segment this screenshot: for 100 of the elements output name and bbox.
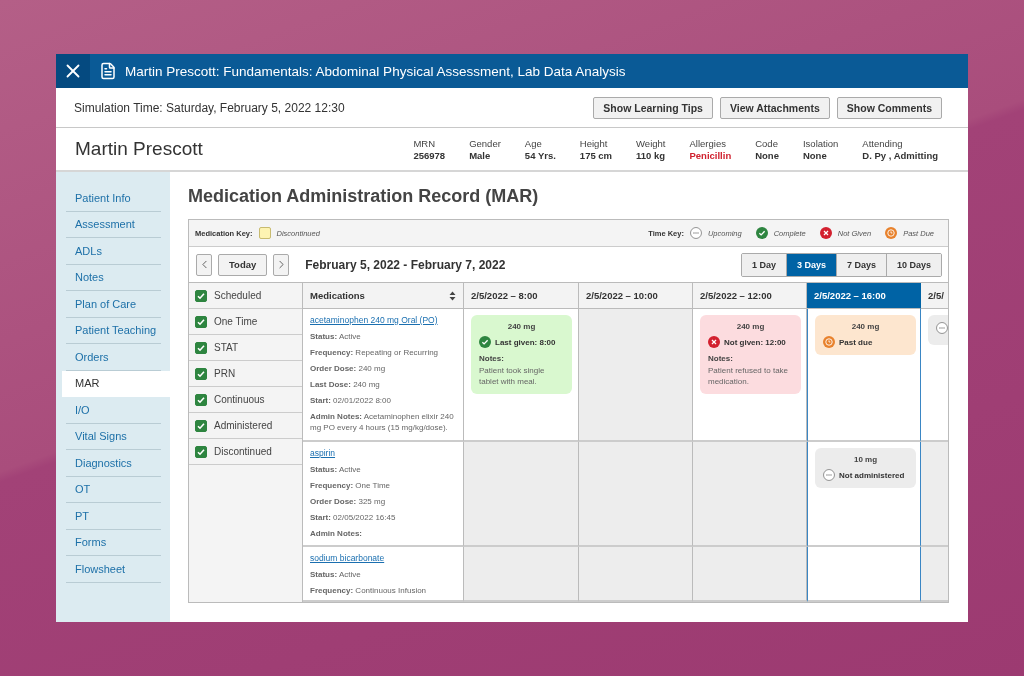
- field-value: D. Py , Admitting: [862, 149, 938, 161]
- filter-checkbox[interactable]: [195, 367, 207, 380]
- medication-detail: Status: Active: [310, 464, 362, 475]
- medication-detail: Last Dose: 240 mg: [310, 379, 381, 390]
- dose-status: Last given: 8:00: [495, 337, 556, 347]
- sidebar-item[interactable]: Flowsheet: [66, 556, 161, 583]
- close-button[interactable]: [56, 54, 90, 88]
- window-title: Martin Prescott: Fundamentals: Abdominal Physical Assessment, Lab Data Analysis: [125, 63, 626, 79]
- dose-card[interactable]: 240 mg Last given: 8:00 Notes: Patient took single tablet with meal.: [471, 315, 572, 394]
- sidebar-item[interactable]: Assessment: [66, 211, 161, 238]
- view-tab[interactable]: 7 Days: [835, 253, 886, 276]
- sort-icon: [449, 290, 456, 301]
- sidebar-item[interactable]: OT: [66, 476, 161, 503]
- medication-detail: Admin Notes: Acetaminophen elixir 240 mg PO every 4 hours (15 mg/kg/dose).: [310, 411, 455, 433]
- filter-label: Scheduled: [214, 290, 262, 301]
- medication-detail: Order Dose: 240 mg: [310, 363, 387, 374]
- column-header[interactable]: 2/5/: [921, 283, 948, 309]
- date-range: February 5, 2022 - February 7, 2022: [305, 257, 506, 272]
- field-value: 110 kg: [636, 149, 666, 161]
- header-button[interactable]: View Attachments: [719, 96, 830, 119]
- medication-detail: Start: 02/05/2022 16:45: [310, 512, 397, 523]
- field-label: Height: [579, 137, 609, 149]
- field-value: 54 Yrs.: [524, 149, 556, 161]
- today-button[interactable]: Today: [218, 253, 268, 276]
- medication-detail: Order Dose: 325 mg: [310, 496, 387, 507]
- column-header[interactable]: 2/5/2022 – 16:00: [807, 283, 921, 309]
- document-icon: [99, 62, 117, 80]
- filter-checkbox[interactable]: [195, 393, 207, 406]
- dose-amount: 240 mg: [850, 322, 881, 331]
- filter-label: PRN: [214, 368, 236, 379]
- sidebar-item[interactable]: Diagnostics: [66, 450, 161, 477]
- view-tab[interactable]: 3 Days: [785, 253, 836, 276]
- medication-detail: Start: 02/01/2022 8:00: [310, 395, 392, 406]
- dose-card[interactable]: 240 mg Not given: 12:00 Notes: Patient refused to take medication.: [700, 315, 801, 394]
- medication-detail: Status: Active: [310, 569, 362, 580]
- filter-checkbox[interactable]: [195, 419, 207, 432]
- filter-checkbox[interactable]: [195, 315, 207, 328]
- column-header[interactable]: Medications: [303, 283, 464, 309]
- column-header[interactable]: 2/5/2022 – 10:00: [579, 283, 693, 309]
- view-tab[interactable]: 10 Days: [885, 253, 941, 276]
- sidebar-item[interactable]: ADLs: [66, 238, 161, 265]
- sidebar-item[interactable]: Patient Teaching: [66, 317, 161, 344]
- medication-link[interactable]: aspirin: [310, 448, 456, 458]
- sidebar-item[interactable]: Forms: [66, 529, 161, 556]
- x-circle-icon: [819, 227, 832, 239]
- filter-checkbox[interactable]: [195, 289, 207, 302]
- field-value: None: [755, 149, 779, 161]
- field-value: 175 cm: [579, 149, 613, 161]
- sidebar-item[interactable]: MAR: [62, 370, 170, 397]
- notes-text: Patient took single tablet with meal.: [479, 365, 546, 387]
- ellipsis-circle-icon: [689, 227, 702, 239]
- field-label: Isolation: [802, 137, 839, 149]
- dose-status: Past due: [839, 337, 873, 347]
- field-label: Age: [524, 137, 543, 149]
- sidebar-item[interactable]: Orders: [66, 344, 161, 371]
- field-label: Attending: [862, 137, 904, 149]
- header-button[interactable]: Show Learning Tips: [593, 96, 713, 119]
- field-value: 256978: [413, 149, 446, 161]
- ellipsis-circle-icon: [823, 469, 835, 481]
- dose-amount: 240 mg: [506, 322, 537, 331]
- dose-card[interactable]: 10 mg Not administered: [815, 448, 916, 488]
- medication-detail: Frequency: Continuous Infusion: [310, 585, 428, 596]
- sidebar-item[interactable]: PT: [66, 503, 161, 530]
- ellipsis-circle-icon: [936, 322, 948, 334]
- filter-checkbox[interactable]: [195, 341, 207, 354]
- check-circle-icon: [755, 227, 768, 239]
- sidebar-item[interactable]: Notes: [66, 264, 161, 291]
- sidebar-item[interactable]: Plan of Care: [66, 291, 161, 318]
- dose-amount: 10 mg: [852, 455, 879, 464]
- sidebar-item[interactable]: Patient Info: [66, 185, 161, 212]
- sidebar-item[interactable]: I/O: [66, 397, 161, 424]
- filter-label: Continuous: [214, 394, 265, 405]
- dose-card[interactable]: 240 mg Past due: [815, 315, 916, 355]
- column-header[interactable]: 2/5/2022 – 8:00: [464, 283, 579, 309]
- clock-icon: [885, 227, 898, 239]
- header-button[interactable]: Show Comments: [836, 96, 942, 119]
- dose-status: Not administered: [839, 470, 905, 480]
- medication-detail: Status: Active: [310, 331, 362, 342]
- clock-icon: [823, 336, 835, 348]
- filter-checkbox[interactable]: [195, 445, 207, 458]
- x-circle-icon: [708, 336, 720, 348]
- filter-label: STAT: [214, 342, 239, 353]
- field-label: Weight: [636, 137, 666, 149]
- medication-detail: Frequency: One Time: [310, 480, 392, 491]
- dose-amount: 240 mg: [735, 322, 766, 331]
- field-label: Allergies: [689, 137, 727, 149]
- medication-link[interactable]: acetaminophen 240 mg Oral (PO): [310, 315, 456, 325]
- field-value: None: [802, 149, 828, 161]
- medication-link[interactable]: sodium bicarbonate: [310, 553, 456, 563]
- filter-label: Administered: [214, 420, 273, 431]
- column-header[interactable]: 2/5/2022 – 12:00: [693, 283, 807, 309]
- field-label: Gender: [469, 137, 501, 149]
- dose-status: Not given: 12:00: [724, 337, 786, 347]
- notes-text: Patient refused to take medication.: [708, 365, 790, 387]
- notes-label: Notes:: [479, 354, 505, 363]
- sidebar-item[interactable]: Vital Signs: [66, 423, 161, 450]
- view-tab[interactable]: 1 Day: [741, 253, 786, 276]
- filter-label: One Time: [214, 316, 258, 327]
- medication-detail: Frequency: Repeating or Recurring: [310, 347, 440, 358]
- check-circle-icon: [479, 336, 491, 348]
